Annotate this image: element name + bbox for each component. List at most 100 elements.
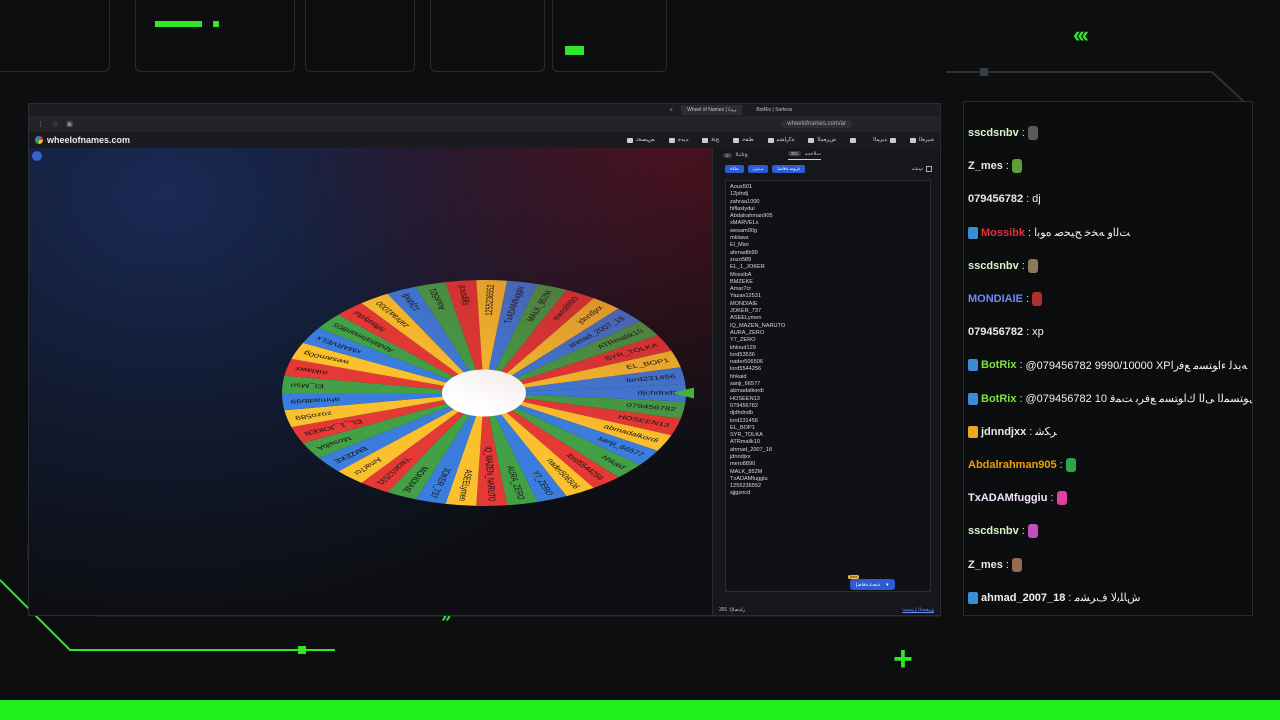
menu-new[interactable]: ﺪﻳﺪﺟ bbox=[668, 137, 688, 143]
save-icon bbox=[733, 137, 740, 143]
chat-message: jdnndjxx: ﺮﻜﺷ bbox=[968, 422, 1057, 442]
chat-username[interactable]: Abdalrahman905 bbox=[968, 459, 1057, 471]
chat-username[interactable]: Z_mes bbox=[968, 160, 1003, 172]
entry-line: ASEELymen bbox=[730, 315, 762, 322]
stream-overlay: ‹‹‹ » + + Wheel of Names | ﺮﻴﺒﻛ BotRix |… bbox=[0, 0, 1280, 720]
entry-line: Yazan12531 bbox=[730, 293, 762, 300]
entry-line: Aous501 bbox=[730, 184, 753, 190]
chat-panel: sscdsnbv: Z_mes:079456782: dj Mossibk: ﺖﻟﺍﻭ … bbox=[963, 101, 1253, 616]
menu-fullscreen[interactable] bbox=[850, 137, 859, 143]
changelog-link[interactable]: ﻖﻴﻘﺤﺘﻟﺍ ﻞﻴﺠﺴﺗ bbox=[902, 607, 934, 613]
entry-line: SYR_TOLKA bbox=[730, 432, 763, 439]
shuffle-button[interactable]: ﻂﻠﺧ bbox=[725, 165, 744, 173]
chat-message: sscdsnbv: bbox=[968, 256, 1038, 276]
menu-save[interactable]: ﻆﻔﺣ bbox=[733, 137, 754, 143]
folder-icon bbox=[702, 137, 709, 143]
fullscreen-icon bbox=[850, 137, 857, 143]
star-icon[interactable]: ☆ bbox=[52, 120, 58, 128]
chat-username[interactable]: sscdsnbv bbox=[968, 260, 1019, 272]
button-label: ﺔﺒﺠﻋ ﺔﻓﺎﺿﺇ bbox=[856, 581, 881, 588]
wheel-slice-label: djchdndb bbox=[637, 390, 678, 396]
chat-username[interactable]: BotRix bbox=[981, 359, 1016, 371]
entry-line: HOSEEN13 bbox=[730, 395, 760, 402]
chat-message: 079456782: xp bbox=[968, 322, 1044, 342]
chat-message: TxADAMfuggiu: bbox=[968, 488, 1067, 508]
sort-button[interactable]: ﺐﻴﺗﺮﺗ bbox=[747, 165, 769, 173]
checkbox-label: ﻡﺪﻘﺘﻣ bbox=[911, 166, 923, 171]
chat-username[interactable]: jdnndjxx bbox=[981, 426, 1026, 438]
chat-separator: : bbox=[1050, 492, 1054, 505]
entry-line: TxADAMfuggiu bbox=[730, 475, 768, 482]
site-logo[interactable]: wheelofnames.com bbox=[35, 135, 130, 145]
menu-gallery[interactable]: ﺽﺮﻌﻤﻟﺍ bbox=[808, 137, 836, 143]
entry-line: xMARVELx bbox=[730, 220, 759, 227]
chat-username[interactable]: 079456782 bbox=[968, 326, 1023, 338]
chat-separator: : bbox=[1005, 160, 1009, 173]
menu-customize[interactable]: ﺺﻴﺼﺨﺗ bbox=[627, 137, 655, 143]
entry-line: 079456782 bbox=[730, 402, 758, 409]
chat-username[interactable]: ahmad_2007_18 bbox=[981, 592, 1065, 604]
entries-textarea[interactable]: Aous501 12jdndj zahraa1000 hlflaslydui Abdal… bbox=[725, 180, 931, 592]
add-image-button[interactable]: ﺓﺭﻮﺻ ﺔﻓﺎﺿﺇ bbox=[772, 165, 806, 173]
entry-line: mklawz bbox=[730, 235, 749, 242]
tab-botrix[interactable]: BotRix | Sorteos bbox=[750, 105, 798, 115]
download-icon[interactable]: ▣ bbox=[66, 120, 73, 128]
user-badge-icon bbox=[968, 591, 978, 604]
chat-username[interactable]: sscdsnbv bbox=[968, 525, 1019, 537]
menu-open[interactable]: ﺢﺘﻓ bbox=[702, 137, 719, 143]
menu-more[interactable]: ﺪﻳﺰﻤﻟﺍ bbox=[873, 137, 896, 143]
new-tab-icon[interactable]: + bbox=[669, 107, 673, 114]
chat-username[interactable]: BotRix bbox=[981, 393, 1016, 405]
advanced-checkbox[interactable]: ﻡﺪﻘﺘﻣ bbox=[912, 166, 932, 172]
expand-icon[interactable] bbox=[32, 151, 42, 161]
chat-username[interactable]: Z_mes bbox=[968, 559, 1003, 571]
name-wheel[interactable]: djchdndb079456782HOSEEN13abmadalkordisan… bbox=[274, 263, 694, 523]
menu-label: ﺺﻴﺼﺨﺗ bbox=[636, 137, 655, 143]
emote-icon bbox=[1011, 557, 1022, 572]
add-wheel-button[interactable]: ﺔﺒﺠﻋ ﺔﻓﺎﺿﺇ ▾ bbox=[850, 579, 895, 590]
chat-message: BotRix: @079456782 9990/10000 XPﻪﻳﺪﻟ ءﺍﻮﺘ… bbox=[968, 355, 1247, 375]
menu-label: ﺔﻛﺭﺎﺸﻣ bbox=[776, 137, 795, 143]
chat-username[interactable]: sscdsnbv bbox=[968, 127, 1019, 139]
emote-icon bbox=[1056, 491, 1067, 506]
chat-separator: : bbox=[1019, 392, 1023, 405]
chat-username[interactable]: MONDIAIE bbox=[968, 293, 1023, 305]
tab-label: BotRix | Sorteos bbox=[756, 107, 793, 113]
chat-message: Z_mes: bbox=[968, 156, 1022, 176]
chat-separator: : bbox=[1026, 326, 1030, 339]
accent-dash bbox=[213, 21, 219, 27]
entry-line: hlflaslydui bbox=[730, 205, 755, 212]
wheel-hub[interactable] bbox=[442, 369, 526, 417]
entry-line: 1255236552 bbox=[730, 483, 762, 490]
menu-language[interactable]: ﺔﻴﺑﺮﻌﻟﺍ bbox=[909, 137, 934, 143]
app-header: wheelofnames.com ﺺﻴﺼﺨﺗ ﺪﻳﺪﺟ ﺢﺘﻓ ﻆﻔﺣ ﺔﻛﺭﺎ… bbox=[29, 132, 940, 148]
chat-message: Abdalrahman905: bbox=[968, 455, 1076, 475]
chat-username[interactable]: TxADAMfuggiu bbox=[968, 492, 1047, 504]
chat-separator: : bbox=[1059, 459, 1063, 471]
entry-line: sjjgsncd bbox=[730, 490, 751, 497]
chat-username[interactable]: Mossibk bbox=[981, 227, 1025, 239]
entry-line: mero8890 bbox=[730, 461, 756, 468]
entry-line: AURA_ZERO bbox=[730, 329, 765, 336]
entry-line: IQ_MAZEN_NARUTO bbox=[730, 322, 786, 329]
chat-separator: : bbox=[1021, 127, 1025, 139]
entry-line: wesam00g bbox=[730, 227, 758, 234]
chevrons-icon: ‹‹‹ bbox=[1073, 22, 1089, 47]
entry-line: lord231456 bbox=[730, 417, 758, 424]
chat-text: xp bbox=[1032, 326, 1044, 339]
accent-dash bbox=[155, 21, 202, 27]
chat-separator: : bbox=[1028, 226, 1032, 239]
tab-results[interactable]: 0 ﺞﺋﺎﺘﻨﻟﺍ bbox=[723, 152, 748, 158]
menu-share[interactable]: ﺔﻛﺭﺎﺸﻣ bbox=[767, 137, 795, 143]
entry-line: sanji_66577 bbox=[730, 381, 761, 388]
chat-text: dj bbox=[1032, 193, 1041, 206]
tab-wheel-of-names[interactable]: Wheel of Names | ﺮﻴﺒﻛ bbox=[681, 105, 743, 115]
entry-line: hhkaid bbox=[730, 373, 747, 380]
url-field[interactable]: wheelofnames.com/ar bbox=[781, 120, 852, 128]
tab-entries[interactable]: 391 ﺕﻼﺧﺪﻣ bbox=[787, 151, 822, 160]
browser-tabbar: + Wheel of Names | ﺮﻴﺒﻛ BotRix | Sorteos bbox=[29, 104, 940, 116]
menu-label: ﻆﻔﺣ bbox=[742, 137, 754, 143]
menu-icon[interactable]: ⋮ bbox=[37, 120, 44, 128]
chat-username[interactable]: 079456782 bbox=[968, 193, 1023, 205]
menu-label: ﺔﻴﺑﺮﻌﻟﺍ bbox=[918, 137, 934, 143]
